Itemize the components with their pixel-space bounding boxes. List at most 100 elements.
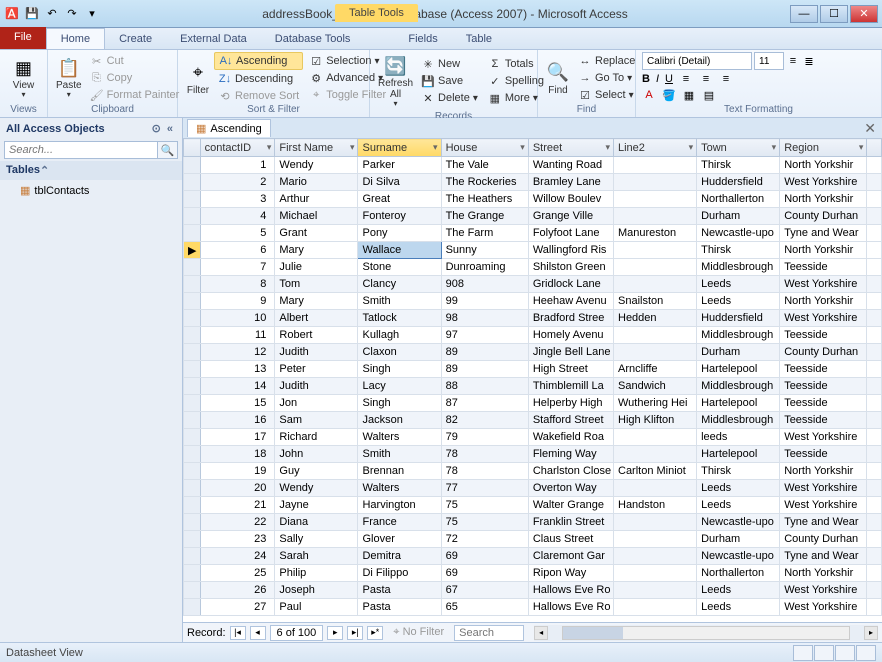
cell-region[interactable]: Teesside — [780, 361, 867, 378]
cell-line2[interactable] — [614, 174, 697, 191]
cell-house[interactable]: 82 — [441, 412, 528, 429]
font-name-select[interactable]: Calibri (Detail) — [642, 52, 752, 70]
maximize-button[interactable]: ☐ — [820, 5, 848, 23]
cell-town[interactable]: leeds — [697, 429, 780, 446]
table-tab[interactable]: Table — [452, 29, 506, 49]
cell-contactid[interactable]: 12 — [200, 344, 275, 361]
cell-region[interactable]: Teesside — [780, 412, 867, 429]
cell-extra[interactable] — [867, 208, 882, 225]
cell-extra[interactable] — [867, 514, 882, 531]
align-center-icon[interactable]: ≡ — [699, 72, 713, 86]
pivot-view-button[interactable] — [814, 645, 834, 661]
cell-extra[interactable] — [867, 327, 882, 344]
cell-surname[interactable]: Singh — [358, 361, 441, 378]
cell-region[interactable]: County Durhan — [780, 208, 867, 225]
row-selector[interactable] — [184, 599, 201, 616]
cell-line2[interactable] — [614, 582, 697, 599]
cell-region[interactable]: West Yorkshire — [780, 599, 867, 616]
cell-house[interactable]: 77 — [441, 480, 528, 497]
row-selector[interactable] — [184, 429, 201, 446]
replace-button[interactable]: ↔Replace — [574, 53, 639, 69]
table-row[interactable]: 3ArthurGreatThe HeathersWillow BoulevNor… — [184, 191, 882, 208]
cell-contactid[interactable]: 4 — [200, 208, 275, 225]
cell-surname[interactable]: Tatlock — [358, 310, 441, 327]
cell-house[interactable]: The Rockeries — [441, 174, 528, 191]
cell-firstname[interactable]: Tom — [275, 276, 358, 293]
italic-button[interactable]: I — [656, 73, 659, 85]
cell-surname[interactable]: Lacy — [358, 378, 441, 395]
table-row[interactable]: 15JonSingh87Helperby HighWuthering HeiHa… — [184, 395, 882, 412]
cell-extra[interactable] — [867, 259, 882, 276]
cell-house[interactable]: The Farm — [441, 225, 528, 242]
cell-extra[interactable] — [867, 174, 882, 191]
cell-street[interactable]: Heehaw Avenu — [528, 293, 613, 310]
table-row[interactable]: 12JudithClaxon89Jingle Bell LaneDurhamCo… — [184, 344, 882, 361]
cell-contactid[interactable]: 6 — [200, 242, 275, 259]
cell-house[interactable]: 98 — [441, 310, 528, 327]
cell-region[interactable]: North Yorkshir — [780, 157, 867, 174]
column-header-house[interactable]: House▾ — [441, 139, 528, 157]
filter-button[interactable]: ⌖Filter — [184, 52, 212, 104]
cell-town[interactable]: Huddersfield — [697, 174, 780, 191]
cell-surname[interactable]: Stone — [358, 259, 441, 276]
row-selector[interactable] — [184, 565, 201, 582]
cell-surname[interactable]: Pony — [358, 225, 441, 242]
cell-street[interactable]: Grange Ville — [528, 208, 613, 225]
cell-firstname[interactable]: Wendy — [275, 157, 358, 174]
cell-region[interactable]: Teesside — [780, 378, 867, 395]
paste-button[interactable]: 📋Paste▾ — [54, 52, 84, 104]
minimize-button[interactable]: — — [790, 5, 818, 23]
cell-line2[interactable] — [614, 514, 697, 531]
create-tab[interactable]: Create — [105, 29, 166, 49]
table-row[interactable]: 17RichardWalters79Wakefield RoaleedsWest… — [184, 429, 882, 446]
row-selector[interactable] — [184, 276, 201, 293]
cell-firstname[interactable]: Jayne — [275, 497, 358, 514]
cell-town[interactable]: Leeds — [697, 582, 780, 599]
new-record-button[interactable]: ▸* — [367, 626, 383, 640]
cell-street[interactable]: Jingle Bell Lane — [528, 344, 613, 361]
cell-extra[interactable] — [867, 548, 882, 565]
cell-line2[interactable]: Sandwich — [614, 378, 697, 395]
cell-street[interactable]: Hallows Eve Ro — [528, 599, 613, 616]
cell-extra[interactable] — [867, 276, 882, 293]
row-selector[interactable]: ▶ — [184, 242, 201, 259]
cell-street[interactable]: Wakefield Roa — [528, 429, 613, 446]
cell-town[interactable]: Middlesbrough — [697, 412, 780, 429]
nav-search-button[interactable]: 🔍 — [158, 141, 178, 159]
table-row[interactable]: 18JohnSmith78Fleming WayHartelepoolTeess… — [184, 446, 882, 463]
column-header-town[interactable]: Town▾ — [697, 139, 780, 157]
column-dropdown-icon[interactable]: ▾ — [605, 142, 610, 153]
cell-street[interactable]: Shilston Green — [528, 259, 613, 276]
close-button[interactable]: ✕ — [850, 5, 878, 23]
cell-contactid[interactable]: 9 — [200, 293, 275, 310]
save-button[interactable]: 💾Save — [417, 73, 482, 89]
cell-contactid[interactable]: 20 — [200, 480, 275, 497]
cell-contactid[interactable]: 16 — [200, 412, 275, 429]
external-data-tab[interactable]: External Data — [166, 29, 261, 49]
save-icon[interactable]: 💾 — [24, 6, 40, 22]
table-row[interactable]: 10AlbertTatlock98Bradford StreeHeddenHud… — [184, 310, 882, 327]
cell-street[interactable]: Willow Boulev — [528, 191, 613, 208]
cell-surname[interactable]: Kullagh — [358, 327, 441, 344]
cell-region[interactable]: West Yorkshire — [780, 310, 867, 327]
cell-town[interactable]: Leeds — [697, 276, 780, 293]
cell-house[interactable]: 87 — [441, 395, 528, 412]
cell-street[interactable]: Homely Avenu — [528, 327, 613, 344]
cell-firstname[interactable]: Judith — [275, 378, 358, 395]
cell-region[interactable]: West Yorkshire — [780, 582, 867, 599]
cell-firstname[interactable]: Richard — [275, 429, 358, 446]
cell-street[interactable]: Franklin Street — [528, 514, 613, 531]
cell-firstname[interactable]: Albert — [275, 310, 358, 327]
cell-region[interactable]: West Yorkshire — [780, 497, 867, 514]
cell-town[interactable]: Leeds — [697, 480, 780, 497]
cell-line2[interactable] — [614, 531, 697, 548]
view-button[interactable]: ▦View▾ — [6, 52, 41, 104]
cell-house[interactable]: Sunny — [441, 242, 528, 259]
cell-firstname[interactable]: Sam — [275, 412, 358, 429]
cell-town[interactable]: Leeds — [697, 293, 780, 310]
cell-street[interactable]: Bradford Stree — [528, 310, 613, 327]
cell-line2[interactable] — [614, 327, 697, 344]
row-selector[interactable] — [184, 412, 201, 429]
cell-line2[interactable]: Snailston — [614, 293, 697, 310]
table-row[interactable]: 14JudithLacy88Thimblemill LaSandwichMidd… — [184, 378, 882, 395]
